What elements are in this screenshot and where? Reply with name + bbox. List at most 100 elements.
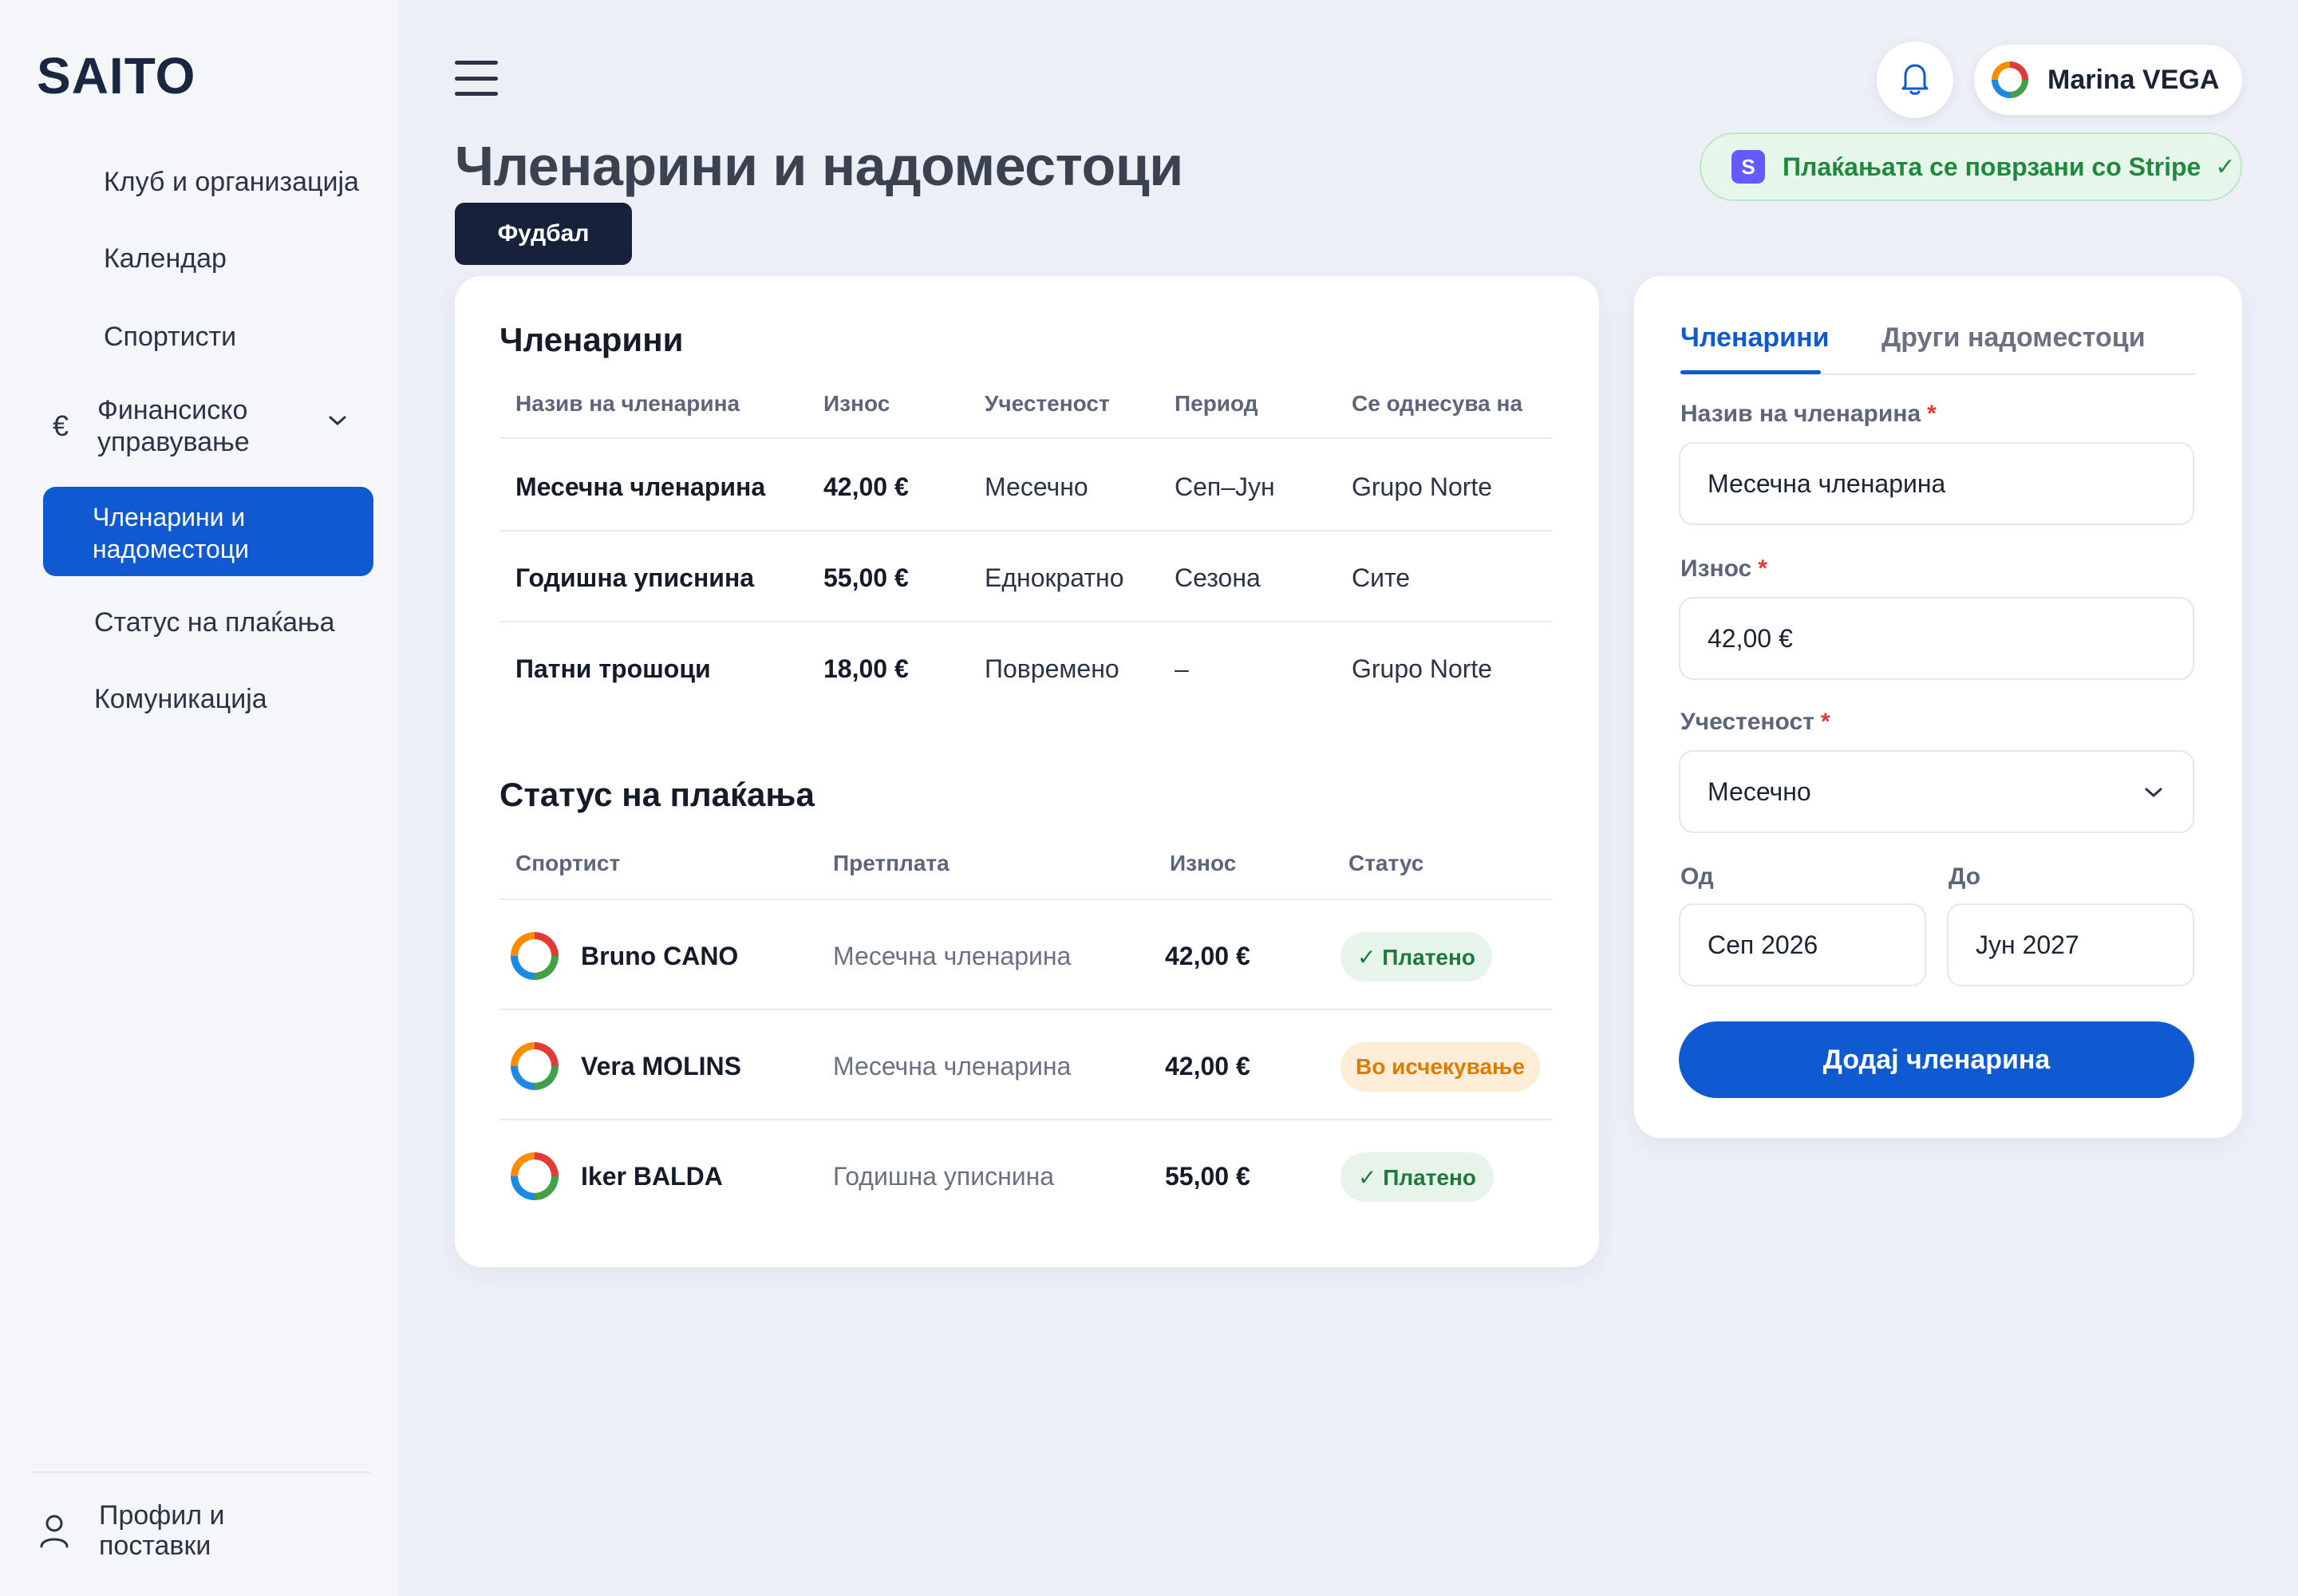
payments-col-plan: Претплата — [833, 851, 950, 875]
from-date-field[interactable]: Сеп 2026 — [1679, 903, 1926, 986]
tab-fees[interactable]: Членарини — [1680, 322, 1830, 354]
to-label: До — [1949, 863, 1981, 890]
frequency-value: Месечно — [1708, 776, 1811, 806]
user-icon — [38, 1513, 99, 1548]
euro-icon: € — [53, 409, 69, 442]
athlete-plan: Месечна членарина — [833, 942, 1072, 970]
sidebar-group-finance[interactable]: € Финансиско управување — [0, 394, 399, 458]
stripe-status-badge: S Плаќањата се поврзани со Stripe ✓ — [1700, 132, 2242, 201]
user-avatar — [1992, 61, 2028, 98]
fee-name: Патни трошоци — [515, 654, 711, 683]
fee-period: Сеп–Јун — [1175, 472, 1275, 501]
fees-col-period: Период — [1175, 391, 1258, 416]
fee-period: – — [1175, 654, 1189, 683]
profile-label-line1: Профил и — [99, 1500, 225, 1531]
fee-name: Годишна уписнина — [515, 563, 755, 592]
sidebar-item-athletes[interactable]: Спортисти — [0, 321, 399, 353]
divider — [499, 1119, 1553, 1120]
fee-frequency: Месечно — [985, 472, 1088, 501]
athlete-name: Vera MOLINS — [581, 1052, 741, 1080]
from-value: Сеп 2026 — [1708, 930, 1818, 959]
sidebar-item-communication[interactable]: Комуникација — [0, 683, 399, 715]
add-fee-button[interactable]: Додај членарина — [1679, 1021, 2194, 1098]
stripe-logo-icon: S — [1731, 150, 1765, 184]
frequency-label-text: Учестеност — [1680, 709, 1814, 735]
from-label: Од — [1680, 863, 1714, 890]
amount-label-text: Износ — [1680, 555, 1752, 582]
add-fee-form-card: Членарини Други надоместоци Назив на чле… — [1634, 276, 2242, 1138]
fees-card: Членарини Назив на членарина Износ Учест… — [455, 276, 1599, 1267]
divider — [499, 1009, 1553, 1010]
athlete-amount: 55,00 € — [1165, 1162, 1250, 1191]
fees-col-applies-to: Се однесува на — [1352, 391, 1523, 416]
fees-col-frequency: Учестеност — [985, 391, 1110, 416]
sidebar-item-label: Статус на плаќања — [94, 607, 335, 638]
sidebar-item-label: Комуникација — [94, 684, 267, 714]
sidebar-item-calendar[interactable]: Календар — [0, 243, 399, 275]
chevron-down-icon[interactable] — [327, 409, 348, 433]
athlete-name: Bruno CANO — [581, 942, 739, 970]
fee-frequency: Повремено — [985, 654, 1119, 683]
required-mark: * — [1820, 709, 1830, 735]
sidebar-item-label: Спортисти — [104, 322, 237, 352]
fee-name-field[interactable]: Месечна членарина — [1679, 442, 2194, 525]
sidebar: SAITO Клуб и организација Календар Спорт… — [0, 0, 399, 1596]
athlete-avatar — [511, 1042, 559, 1090]
fee-applies-to: Grupo Norte — [1352, 472, 1493, 501]
bell-icon — [1899, 61, 1931, 100]
athlete-avatar — [511, 932, 559, 980]
profile-settings-link[interactable]: Профил и поставки — [38, 1500, 225, 1561]
sidebar-item-label: Календар — [104, 243, 227, 274]
menu-icon[interactable] — [455, 61, 498, 96]
stripe-status-text: Плаќањата се поврзани со Stripe — [1783, 152, 2201, 181]
fee-amount: 55,00 € — [823, 563, 909, 592]
to-date-field[interactable]: Јун 2027 — [1947, 903, 2194, 986]
payments-col-status: Статус — [1348, 851, 1424, 875]
sidebar-item-payment-status[interactable]: Статус на плаќања — [0, 606, 399, 638]
saito-logo[interactable]: SAITO — [37, 46, 195, 105]
fee-amount: 18,00 € — [823, 654, 909, 683]
athlete-plan: Годишна уписнина — [833, 1162, 1055, 1191]
divider — [499, 530, 1553, 531]
sidebar-item-label: Клуб и организација — [104, 167, 359, 197]
sport-filter-chip[interactable]: Фудбал — [455, 203, 632, 265]
athlete-plan: Месечна членарина — [833, 1052, 1072, 1080]
frequency-label: Учестеност * — [1680, 709, 1830, 736]
fee-name-label-text: Назив на членарина — [1680, 401, 1921, 427]
payments-col-athlete: Спортист — [515, 851, 621, 875]
user-menu[interactable]: Marina VEGA — [1974, 45, 2242, 115]
status-badge: ✓ Платено — [1340, 1152, 1494, 1202]
fee-name: Месечна членарина — [515, 472, 766, 501]
sidebar-active-label-line1: Членарини и — [93, 503, 246, 531]
notifications-button[interactable] — [1877, 41, 1953, 118]
tab-other-fees[interactable]: Други надоместоци — [1881, 322, 2146, 354]
athlete-name: Iker BALDA — [581, 1162, 723, 1191]
amount-label: Износ * — [1680, 555, 1767, 583]
status-badge: ✓ Платено — [1340, 932, 1492, 982]
page-title: Членарини и надоместоци — [455, 135, 1183, 197]
logo-text: SAITO — [37, 47, 196, 105]
frequency-select[interactable]: Месечно — [1679, 750, 2194, 833]
fee-applies-to: Сите — [1352, 563, 1411, 592]
divider — [499, 437, 1553, 439]
chevron-down-icon — [2143, 780, 2164, 805]
fees-col-amount: Износ — [823, 391, 890, 416]
profile-label-line2: поставки — [99, 1531, 211, 1561]
to-value: Јун 2027 — [1976, 930, 2079, 959]
user-name: Marina VEGA — [2047, 64, 2220, 95]
add-fee-button-label: Додај членарина — [1822, 1044, 2051, 1075]
fee-frequency: Еднократно — [985, 563, 1124, 592]
fees-col-name: Назив на членарина — [515, 391, 740, 416]
sidebar-item-club[interactable]: Клуб и организација — [0, 166, 399, 198]
fees-section-title: Членарини — [499, 321, 684, 358]
athlete-amount: 42,00 € — [1165, 942, 1250, 970]
divider — [499, 899, 1553, 900]
check-icon: ✓ — [2215, 153, 2236, 180]
sidebar-active-label-line2: надоместоци — [93, 535, 250, 563]
status-badge: Во исчекување — [1340, 1042, 1540, 1092]
fee-amount: 42,00 € — [823, 472, 909, 501]
fee-name-label: Назив на членарина * — [1680, 401, 1937, 428]
sport-chip-label: Фудбал — [497, 220, 590, 247]
sidebar-item-fees-active[interactable]: Членарини и надоместоци — [43, 487, 373, 576]
amount-field[interactable]: 42,00 € — [1679, 597, 2194, 680]
